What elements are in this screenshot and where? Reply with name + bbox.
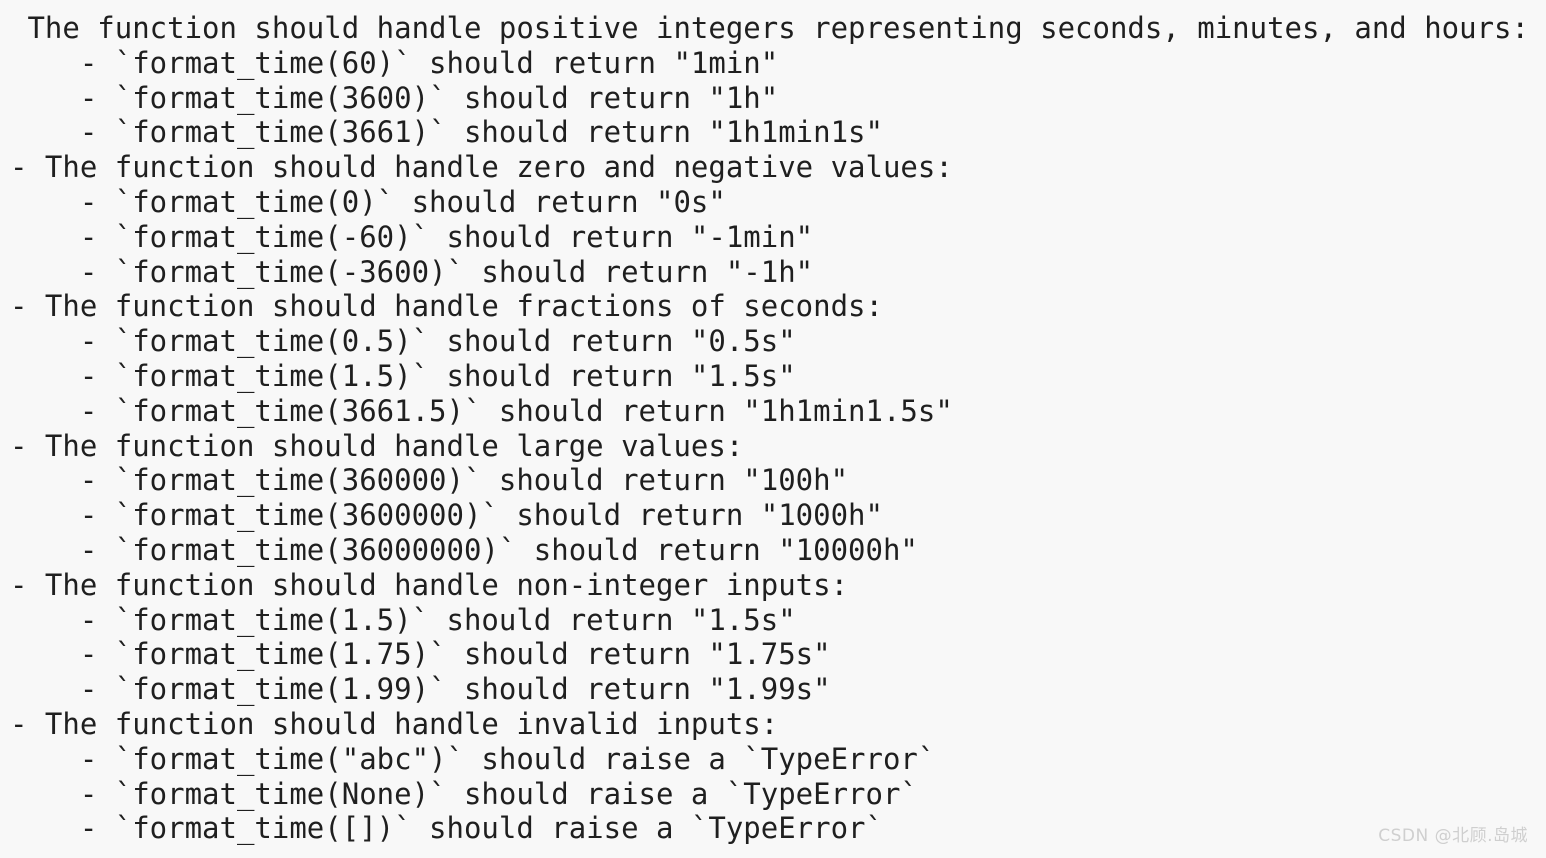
text-line: - The function should handle large value…	[10, 428, 744, 463]
text-line: - `format_time(3600000)` should return "…	[10, 498, 883, 533]
text-line: - `format_time(36000000)` should return …	[10, 532, 918, 567]
text-line: - The function should handle non-integer…	[10, 567, 849, 602]
text-line: - `format_time(0.5)` should return "0.5s…	[10, 324, 796, 359]
text-line: - `format_time(60)` should return "1min"	[10, 45, 779, 80]
text-line: - The function should handle zero and ne…	[10, 150, 953, 185]
text-line: - `format_time(3600)` should return "1h"	[10, 80, 779, 115]
text-line: - `format_time(0)` should return "0s"	[10, 184, 726, 219]
text-line: - `format_time(1.5)` should return "1.5s…	[10, 602, 796, 637]
csdn-watermark: CSDN @北顾.岛城	[1378, 826, 1528, 846]
text-line: - `format_time([])` should raise a `Type…	[10, 811, 883, 846]
text-line: - `format_time(-60)` should return "-1mi…	[10, 219, 814, 254]
text-line: - `format_time(1.5)` should return "1.5s…	[10, 358, 796, 393]
text-line: - `format_time(1.99)` should return "1.9…	[10, 672, 831, 707]
text-line: - `format_time(3661.5)` should return "1…	[10, 393, 953, 428]
text-line: - `format_time(-3600)` should return "-1…	[10, 254, 814, 289]
text-line: - The function should handle fractions o…	[10, 289, 883, 324]
text-line: - `format_time(None)` should raise a `Ty…	[10, 776, 918, 811]
text-line: - `format_time(1.75)` should return "1.7…	[10, 637, 831, 672]
text-line: - The function should handle invalid inp…	[10, 706, 779, 741]
text-document: The function should handle positive inte…	[0, 0, 1546, 858]
text-line: - `format_time("abc")` should raise a `T…	[10, 741, 936, 776]
text-line: The function should handle positive inte…	[10, 11, 1529, 45]
text-line: - `format_time(3661)` should return "1h1…	[10, 115, 883, 150]
text-line: - `format_time(360000)` should return "1…	[10, 463, 849, 498]
